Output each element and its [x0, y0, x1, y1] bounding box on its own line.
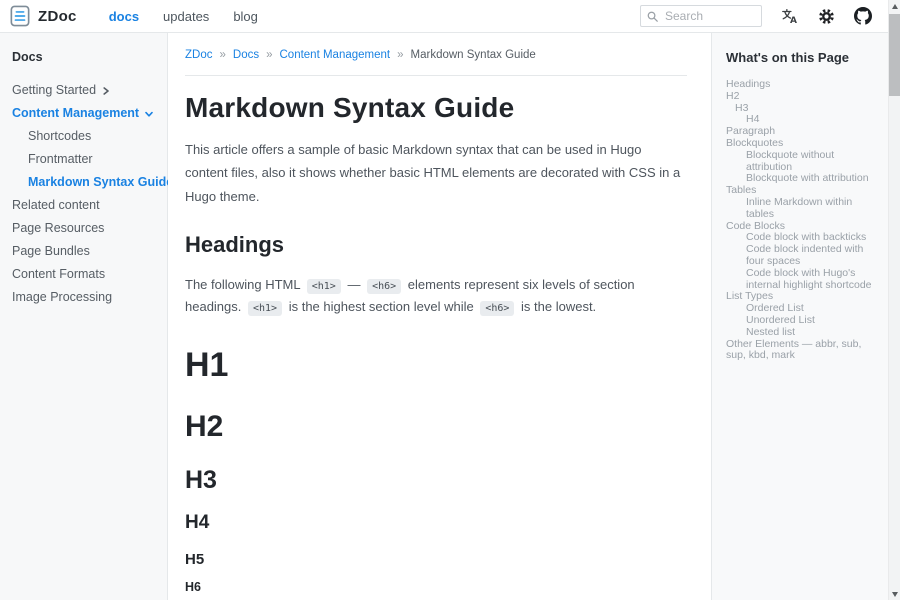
- inline-code: <h6>: [367, 279, 401, 294]
- inline-code: <h6>: [480, 301, 514, 316]
- chevron-down-icon: [145, 110, 153, 118]
- search-icon: [647, 10, 658, 23]
- section-heading-headings: Headings: [185, 234, 687, 256]
- breadcrumb-divider: [185, 75, 687, 76]
- main-nav: docs updates blog: [109, 9, 258, 24]
- svg-text:A: A: [790, 16, 797, 25]
- inline-code: <h1>: [307, 279, 341, 294]
- sidebar-item-label: Page Resources: [12, 217, 104, 240]
- toc-item-code-block-with-hugo-s-internal-highlight-shortcode[interactable]: Code block with Hugo's internal highligh…: [726, 268, 874, 292]
- navbar-right-group: A: [640, 5, 872, 27]
- brand-name: ZDoc: [38, 8, 77, 25]
- breadcrumb-content-management[interactable]: Content Management: [280, 49, 391, 61]
- toc-title: What's on this Page: [726, 50, 874, 65]
- breadcrumb-separator: »: [219, 49, 225, 61]
- toc-item-headings[interactable]: Headings: [726, 79, 874, 91]
- sample-heading-h6: H6: [185, 581, 687, 594]
- toc-item-blockquotes[interactable]: Blockquotes: [726, 138, 874, 150]
- toc-item-other-elements-abbr-sub-sup-kbd-mark[interactable]: Other Elements — abbr, sub, sup, kbd, ma…: [726, 339, 874, 363]
- headings-paragraph: The following HTML <h1> — <h6> elements …: [185, 274, 687, 318]
- sidebar-item-image-processing[interactable]: Image Processing: [12, 286, 155, 309]
- toc-item-code-block-indented-with-four-spaces[interactable]: Code block indented with four spaces: [726, 244, 874, 268]
- sidebar-item-label: Page Bundles: [12, 240, 90, 263]
- sample-headings: H1 H2 H3 H4 H5 H6: [185, 348, 687, 594]
- search-input[interactable]: [663, 8, 755, 24]
- scrollbar-thumb[interactable]: [889, 14, 900, 96]
- sidebar-item-related-content[interactable]: Related content: [12, 194, 155, 217]
- sample-heading-h2: H2: [185, 412, 687, 442]
- nav-link-docs[interactable]: docs: [109, 9, 139, 24]
- sidebar-children-content-management: ShortcodesFrontmatterMarkdown Syntax Gui…: [12, 125, 155, 194]
- sample-heading-h3: H3: [185, 468, 687, 493]
- toc-item-h2[interactable]: H2: [726, 91, 874, 103]
- sidebar-item-shortcodes[interactable]: Shortcodes: [28, 125, 155, 148]
- inline-code: <h1>: [248, 301, 282, 316]
- main-row: Docs Getting StartedContent ManagementSh…: [0, 33, 888, 600]
- sidebar-item-label: Getting Started: [12, 79, 96, 102]
- sidebar-item-label: Markdown Syntax Guide: [28, 171, 173, 194]
- github-icon[interactable]: [854, 7, 872, 25]
- scrollbar-up-arrow-icon[interactable]: [889, 0, 900, 12]
- sidebar-title: Docs: [12, 50, 155, 64]
- zdoc-logo-icon: [10, 5, 30, 27]
- intro-paragraph: This article offers a sample of basic Ma…: [185, 138, 687, 208]
- toc-sidebar: What's on this Page HeadingsH2H3H4Paragr…: [711, 33, 888, 600]
- breadcrumb-separator: »: [266, 49, 272, 61]
- nav-link-updates[interactable]: updates: [163, 9, 209, 24]
- sidebar-item-content-management[interactable]: Content Management: [12, 102, 155, 125]
- content-area: ZDoc » Docs » Content Management » Markdown Sy…: [168, 33, 711, 600]
- sidebar-item-label: Content Management: [12, 102, 139, 125]
- breadcrumb-separator: »: [397, 49, 403, 61]
- sidebar-item-page-resources[interactable]: Page Resources: [12, 217, 155, 240]
- sidebar-item-label: Content Formats: [12, 263, 105, 286]
- sample-heading-h4: H4: [185, 513, 687, 532]
- brand-home-link[interactable]: ZDoc: [10, 5, 77, 27]
- top-navbar: ZDoc docs updates blog: [0, 0, 888, 33]
- page-title: Markdown Syntax Guide: [185, 94, 687, 122]
- breadcrumb-zdoc[interactable]: ZDoc: [185, 49, 212, 61]
- toc-item-nested-list[interactable]: Nested list: [726, 327, 874, 339]
- sample-heading-h5: H5: [185, 552, 687, 567]
- sidebar-nav: Getting StartedContent ManagementShortco…: [12, 79, 155, 309]
- sidebar-item-getting-started[interactable]: Getting Started: [12, 79, 155, 102]
- app-window: ZDoc docs updates blog: [0, 0, 900, 600]
- translate-icon[interactable]: A: [781, 7, 799, 25]
- sidebar-item-label: Related content: [12, 194, 100, 217]
- sidebar-item-label: Shortcodes: [28, 125, 91, 148]
- search-box[interactable]: [640, 5, 762, 27]
- breadcrumb-docs[interactable]: Docs: [233, 49, 259, 61]
- breadcrumb: ZDoc » Docs » Content Management » Markdown Sy…: [185, 49, 687, 61]
- toc-list: HeadingsH2H3H4ParagraphBlockquotesBlockq…: [726, 79, 874, 362]
- docs-sidebar: Docs Getting StartedContent ManagementSh…: [0, 33, 168, 600]
- sidebar-item-markdown-syntax-guide[interactable]: Markdown Syntax Guide: [28, 171, 155, 194]
- settings-gear-icon[interactable]: [818, 8, 835, 25]
- sidebar-item-label: Image Processing: [12, 286, 112, 309]
- nav-link-blog[interactable]: blog: [233, 9, 258, 24]
- sidebar-item-page-bundles[interactable]: Page Bundles: [12, 240, 155, 263]
- page-column: ZDoc docs updates blog: [0, 0, 888, 600]
- toc-item-unordered-list[interactable]: Unordered List: [726, 315, 874, 327]
- sidebar-item-label: Frontmatter: [28, 148, 93, 171]
- breadcrumb-markdown-syntax-guide: Markdown Syntax Guide: [411, 49, 536, 61]
- toc-item-inline-markdown-within-tables[interactable]: Inline Markdown within tables: [726, 197, 874, 221]
- chevron-right-icon: [102, 87, 110, 95]
- sample-heading-h1: H1: [185, 348, 687, 382]
- page-scrollbar[interactable]: [888, 0, 900, 600]
- scrollbar-down-arrow-icon[interactable]: [889, 588, 900, 600]
- toc-item-blockquote-without-attribution[interactable]: Blockquote without attribution: [726, 150, 874, 174]
- sidebar-item-content-formats[interactable]: Content Formats: [12, 263, 155, 286]
- sidebar-item-frontmatter[interactable]: Frontmatter: [28, 148, 155, 171]
